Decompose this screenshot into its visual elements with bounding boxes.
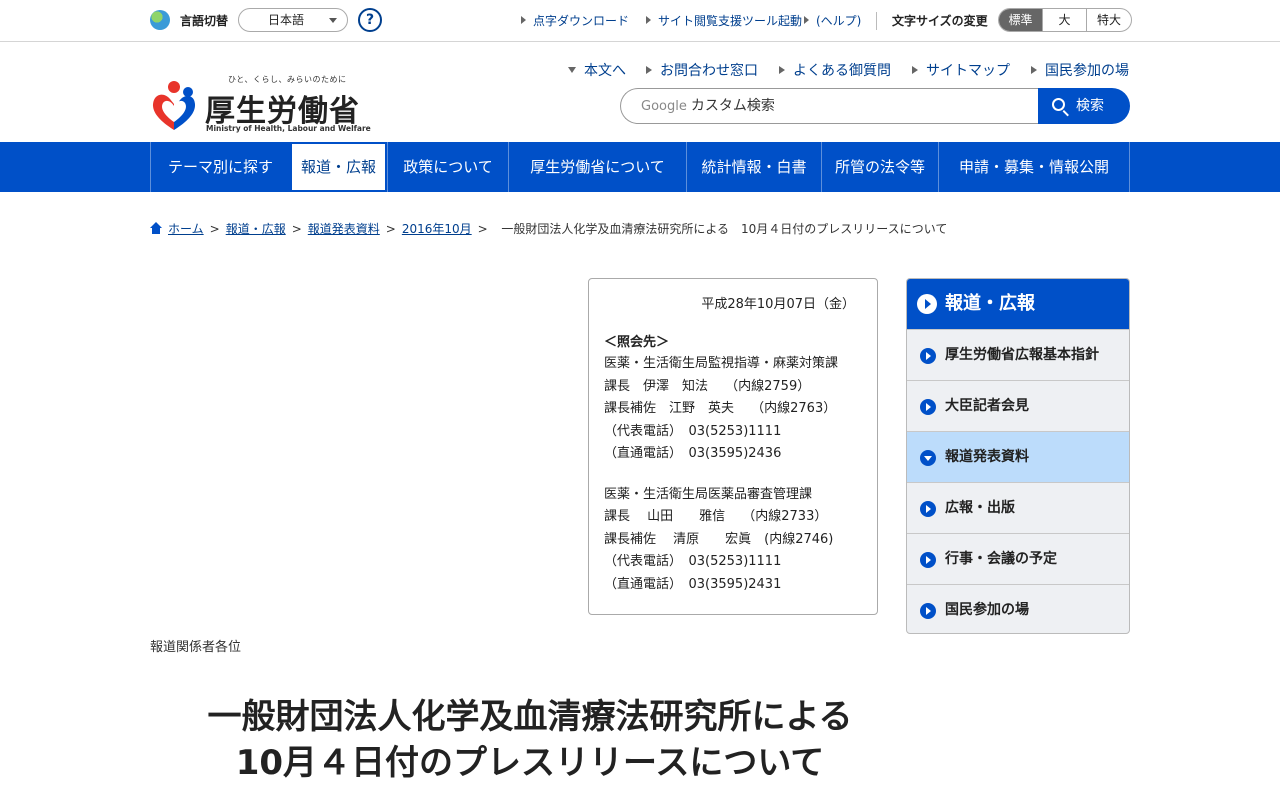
- breadcrumb-home[interactable]: ホーム: [168, 222, 204, 236]
- logo-english-name: Ministry of Health, Labour and Welfare: [206, 124, 371, 133]
- side-item-events[interactable]: 行事・会議の予定: [907, 533, 1129, 584]
- search-icon: [1052, 98, 1065, 111]
- breadcrumb-press[interactable]: 報道・広報: [226, 222, 286, 236]
- logo-tagline: ひと、くらし、みらいのために: [228, 75, 347, 84]
- globe-icon: [150, 10, 170, 30]
- contact-line: 課長 伊澤 知法 （内線2759）: [604, 378, 811, 394]
- search-placeholder: カスタム検索: [690, 98, 775, 114]
- font-size-xlarge-button[interactable]: 特大: [1087, 9, 1131, 31]
- braille-download-link[interactable]: 点字ダウンロード: [520, 12, 629, 29]
- side-menu: 報道・広報 厚生労働省広報基本指針 大臣記者会見 報道発表資料 広報・出版 行事…: [906, 278, 1130, 634]
- sitemap-link[interactable]: サイトマップ: [912, 60, 1010, 80]
- accessibility-help-link[interactable]: (ヘルプ): [803, 12, 861, 29]
- font-size-large-button[interactable]: 大: [1043, 9, 1087, 31]
- contact-line: （代表電話） 03(5253)1111: [604, 423, 782, 439]
- language-select[interactable]: 日本語: [238, 8, 348, 32]
- logo-icon: [152, 81, 196, 130]
- faq-link[interactable]: よくある御質問: [779, 60, 891, 80]
- side-item-publications[interactable]: 広報・出版: [907, 482, 1129, 533]
- arrow-circle-icon: [920, 501, 936, 517]
- side-item-pr-policy[interactable]: 厚生労働省広報基本指針: [907, 329, 1129, 380]
- font-size-label: 文字サイズの変更: [892, 14, 988, 28]
- public-participation-link[interactable]: 国民参加の場: [1031, 60, 1129, 80]
- gnav-press[interactable]: 報道・広報: [290, 142, 387, 192]
- gnav-applications[interactable]: 申請・募集・情報公開: [938, 142, 1130, 192]
- arrow-down-circle-icon: [920, 450, 936, 466]
- contact-link[interactable]: お問合わせ窓口: [646, 60, 758, 80]
- language-help-button[interactable]: ?: [358, 8, 382, 32]
- global-nav: テーマ別に探す 報道・広報 政策について 厚生労働省について 統計情報・白書 所…: [0, 142, 1280, 192]
- side-item-press-releases[interactable]: 報道発表資料: [907, 431, 1129, 482]
- contact-line: （直通電話） 03(3595)2431: [604, 576, 782, 592]
- home-icon: [150, 222, 162, 234]
- gnav-policy[interactable]: 政策について: [387, 142, 508, 192]
- breadcrumb-current: 一般財団法人化学及血清療法研究所による 10月４日付のプレスリリースについて: [501, 222, 948, 236]
- gnav-theme[interactable]: テーマ別に探す: [150, 142, 290, 192]
- contact-dept: 医薬・生活衛生局監視指導・麻薬対策課: [604, 356, 839, 371]
- arrow-circle-icon: [920, 399, 936, 415]
- gnav-statistics[interactable]: 統計情報・白書: [686, 142, 821, 192]
- gnav-laws[interactable]: 所管の法令等: [821, 142, 938, 192]
- contact-box: 平成28年10月07日（金） ＜照会先＞ 医薬・生活衛生局監視指導・麻薬対策課 …: [588, 278, 878, 615]
- side-item-participation[interactable]: 国民参加の場: [907, 584, 1129, 633]
- contact-line: 課長補佐 江野 英夫 （内線2763）: [604, 401, 837, 416]
- font-size-switcher: 標準 大 特大: [998, 8, 1132, 32]
- breadcrumb: ホーム > 報道・広報 > 報道発表資料 >2016年10月 > 一般財団法人化学及血清療法…: [150, 220, 947, 237]
- contact-line: 課長 山田 雅信 （内線2733）: [604, 509, 828, 524]
- arrow-circle-icon: [920, 552, 936, 568]
- accessibility-tool-link[interactable]: サイト閲覧支援ツール起動: [645, 12, 802, 29]
- contact-line: （代表電話） 03(5253)1111: [604, 554, 782, 569]
- utility-bar: 言語切替 日本語 ? 点字ダウンロード サイト閲覧支援ツール起動 (ヘルプ) 文…: [0, 0, 1280, 42]
- contact-line: （直通電話） 03(3595)2436: [604, 446, 782, 461]
- search-button[interactable]: 検索: [1038, 88, 1130, 124]
- breadcrumb-month[interactable]: 2016年10月: [402, 222, 472, 236]
- skip-to-content-link[interactable]: 本文へ: [568, 60, 626, 80]
- arrow-circle-icon: [920, 603, 936, 619]
- side-item-press-conference[interactable]: 大臣記者会見: [907, 380, 1129, 431]
- chevron-down-icon: [329, 18, 337, 23]
- side-menu-heading[interactable]: 報道・広報: [907, 279, 1129, 329]
- google-label: Google: [641, 99, 687, 114]
- gnav-about[interactable]: 厚生労働省について: [508, 142, 686, 192]
- contact-dept: 医薬・生活衛生局医薬品審査管理課: [604, 486, 813, 502]
- addressee: 報道関係者各位: [150, 640, 242, 655]
- contact-heading: ＜照会先＞: [604, 335, 670, 350]
- page-title: 一般財団法人化学及血清療法研究所による 10月４日付のプレスリリースについて: [207, 697, 853, 783]
- contact-line: 課長補佐 清原 宏眞 (内線2746): [604, 531, 834, 547]
- language-label: 言語切替: [180, 14, 229, 28]
- arrow-circle-icon: [917, 294, 937, 314]
- divider: [876, 12, 877, 30]
- release-date: 平成28年10月07日（金）: [701, 297, 855, 312]
- search-input[interactable]: Google カスタム検索: [620, 88, 1040, 124]
- font-size-standard-button[interactable]: 標準: [999, 9, 1043, 31]
- arrow-circle-icon: [920, 348, 936, 364]
- breadcrumb-releases[interactable]: 報道発表資料: [308, 222, 380, 236]
